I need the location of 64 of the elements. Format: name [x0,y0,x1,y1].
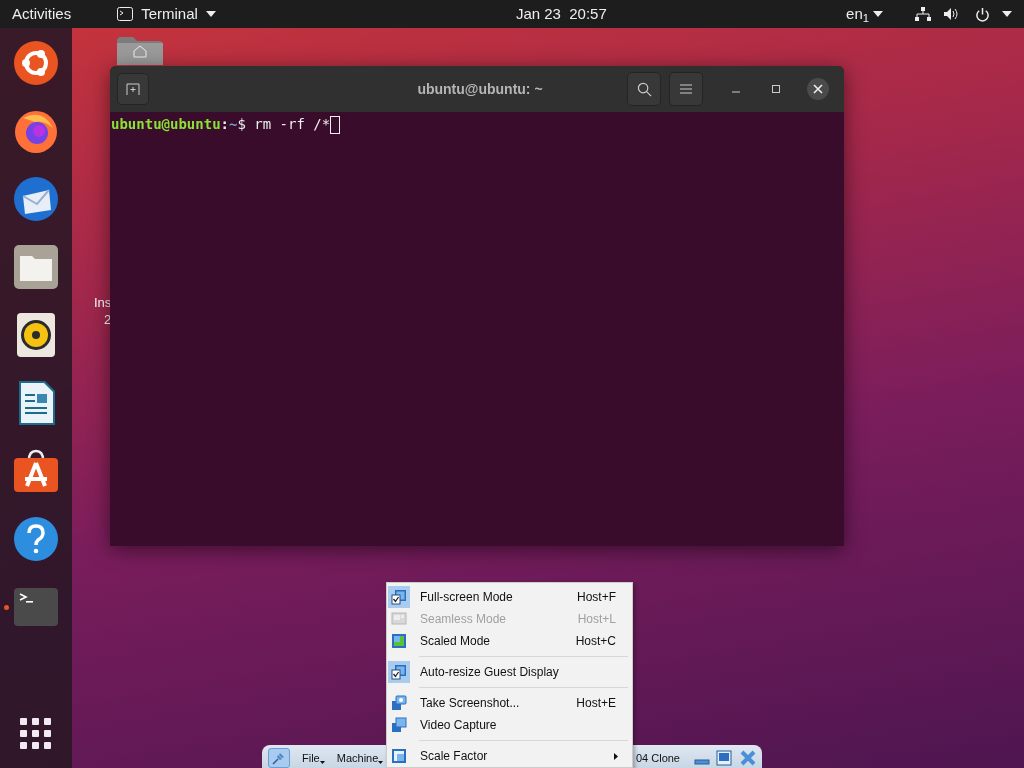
maximize-icon[interactable] [771,84,781,94]
help-icon[interactable] [13,516,59,562]
menu-item[interactable]: Scaled Mode Host+C [387,630,632,652]
activities-button[interactable]: Activities [12,2,72,26]
terminal-icon [117,7,134,21]
scale-factor-icon [391,748,407,764]
menu-item[interactable]: Scale Factor [387,745,632,767]
menu-item[interactable]: Video Capture [387,714,632,736]
new-tab-button[interactable] [117,73,149,105]
window-title: ubuntu@ubuntu: ~ [416,79,544,99]
toolbar-menu[interactable]: Machine [336,749,384,767]
camera-icon [391,695,407,711]
browser-icon[interactable] [13,108,59,154]
caret-icon [319,761,325,765]
caret-icon [378,761,384,765]
app-menu[interactable]: Terminal [117,2,216,26]
windows-icon [391,611,407,627]
menu-button[interactable] [669,72,703,106]
new-tab-icon [126,83,140,95]
desktop-icon-label: Ins [94,294,112,312]
caret-icon [205,11,216,17]
ubuntu-logo-icon[interactable] [13,40,59,86]
menu-label: Auto-resize Guest Display [420,664,559,681]
menu-label: Full-screen Mode [420,589,513,606]
shortcut: Host+E [576,695,616,712]
menu-label: Scale Factor [420,748,488,765]
close-icon [813,84,823,94]
shopping-bag-icon[interactable] [13,448,59,494]
files-icon[interactable] [13,244,59,290]
menu-item[interactable]: Take Screenshot... Host+E [387,692,632,714]
terminal-line: ubuntu@ubuntu:~$ rm -rf /* [111,115,331,134]
terminal-icon[interactable] [13,587,59,627]
close-icon[interactable] [740,750,756,766]
volume-icon[interactable] [943,7,959,21]
mail-client-icon[interactable] [13,176,59,222]
search-icon [636,81,652,97]
restore-icon[interactable] [716,750,732,766]
toolbar-menu[interactable]: File [302,749,325,767]
app-grid-icon[interactable] [20,718,52,750]
menu-item[interactable]: Auto-resize Guest Display [387,661,632,683]
shortcut: Host+F [577,589,616,606]
close-button[interactable] [807,78,829,100]
menu-label: Video Capture [420,717,497,734]
menu-label: Seamless Mode [420,611,507,628]
caret-icon [873,11,883,17]
video-camera-icon [391,717,407,733]
app-menu-label: Terminal [141,3,198,24]
scale-display-icon [391,633,407,649]
menu-icon [680,84,692,94]
shortcut: Host+C [575,633,616,650]
menu-item[interactable]: Full-screen Mode Host+F [387,586,632,608]
menu-label: Take Screenshot... [420,695,520,712]
power-icon[interactable] [975,6,990,22]
shortcut: Host+L [577,611,616,628]
text-cursor [330,115,341,134]
clock[interactable]: Jan 23 20:57 [515,2,607,26]
menu-label: Scaled Mode [420,633,491,650]
vm-title: 04 Clone [635,750,680,766]
caret-icon [1002,11,1012,17]
search-button[interactable] [627,72,661,106]
input-source[interactable]: en$_{1}$ [846,2,869,26]
home-folder-icon[interactable] [117,37,163,65]
pin-icon [272,751,286,765]
network-icon[interactable] [915,7,931,21]
